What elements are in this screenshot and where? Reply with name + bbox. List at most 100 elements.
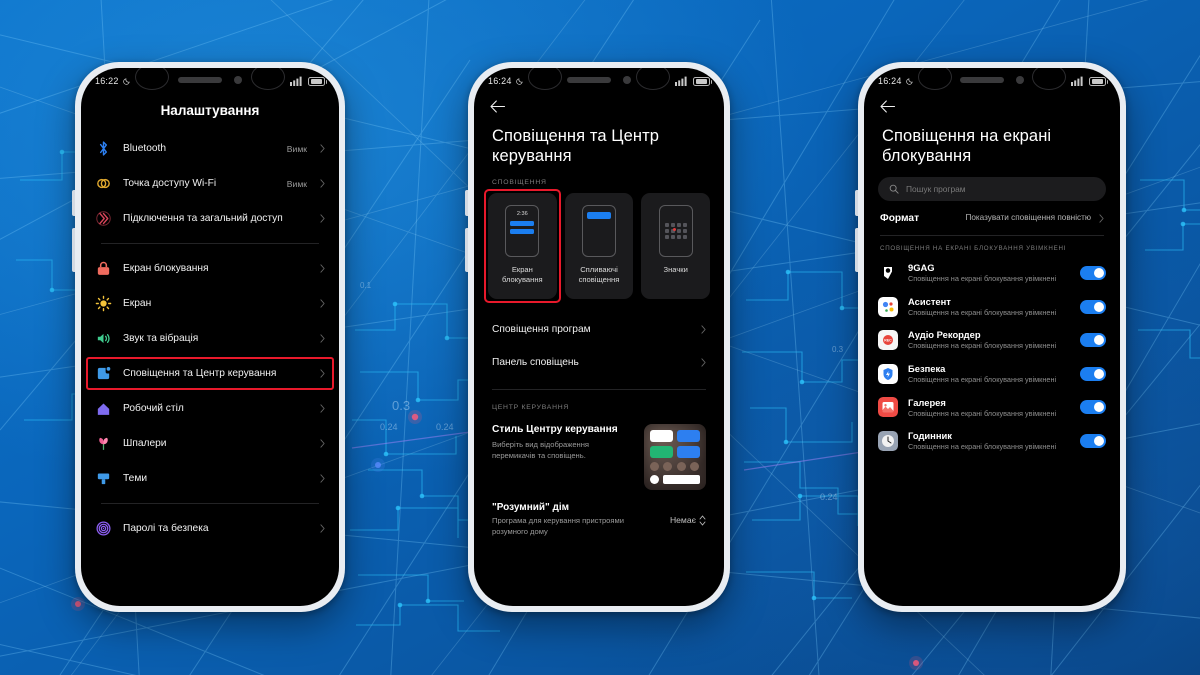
- status-right: [675, 76, 712, 86]
- notch-arc-left: [918, 68, 952, 90]
- settings-row[interactable]: Сповіщення та Центр керування: [81, 356, 339, 391]
- settings-row[interactable]: Шпалери: [81, 426, 339, 461]
- app-notification-toggle[interactable]: [1080, 400, 1106, 415]
- settings-row[interactable]: Звук та вібрація: [81, 321, 339, 356]
- notch-arc-right: [1032, 68, 1066, 90]
- phone1-screen: 16:22 Налаштування Bluetooth Вимк Точка …: [81, 68, 339, 606]
- app-text: Асистент Сповіщення на екрані блокування…: [908, 296, 1070, 318]
- front-camera: [623, 76, 631, 84]
- phone1-status-bar: 16:22: [81, 68, 339, 94]
- settings-row-label: Підключення та загальний доступ: [123, 212, 283, 224]
- back-button[interactable]: [474, 94, 724, 120]
- settings-row-label: Паролі та безпека: [123, 522, 209, 534]
- preview-app-cell: [682, 229, 687, 234]
- preview-app-cell: [676, 229, 681, 234]
- settings-row-label: Звук та вібрація: [123, 332, 199, 344]
- notification-setting-label: Сповіщення програм: [492, 324, 591, 336]
- control-center-subtitle: Виберіть вид відображення перемикачів та…: [492, 440, 590, 461]
- divider: [101, 243, 319, 244]
- app-notification-row[interactable]: Асистент Сповіщення на екрані блокування…: [864, 290, 1120, 324]
- app-notification-toggle[interactable]: [1080, 366, 1106, 381]
- notification-style-card[interactable]: Спливаючі сповіщення: [564, 193, 634, 300]
- app-notification-toggle[interactable]: [1080, 333, 1106, 348]
- badges-preview: [658, 205, 693, 258]
- settings-row[interactable]: Теми: [81, 461, 339, 496]
- app-notification-toggle[interactable]: [1080, 299, 1106, 314]
- cc-dot: [676, 462, 686, 472]
- chevron-right-icon: [320, 144, 325, 153]
- settings-row[interactable]: Точка доступу Wi-Fi Вимк: [81, 166, 339, 201]
- control-center-thumbnail[interactable]: [644, 424, 706, 491]
- notification-style-card[interactable]: 2:36 Екран блокування: [484, 189, 561, 304]
- smart-home-row[interactable]: "Розумний" дім Програма для керування пр…: [474, 494, 724, 538]
- settings-row[interactable]: Паролі та безпека: [81, 511, 339, 546]
- search-placeholder: Пошук програм: [906, 184, 966, 195]
- 9gag-icon: [884, 266, 892, 279]
- app-notification-toggle[interactable]: [1080, 265, 1106, 280]
- moon-icon: [515, 78, 523, 85]
- search-input[interactable]: Пошук програм: [878, 177, 1106, 202]
- app-status: Сповіщення на екрані блокування увімкнен…: [908, 341, 1057, 351]
- back-arrow-icon: [880, 100, 896, 113]
- app-icon: [878, 397, 898, 418]
- section-enabled-label: СПОВІЩЕННЯ НА ЕКРАНІ БЛОКУВАННЯ УВІМКНЕН…: [880, 245, 1067, 253]
- lockscreen-preview: 2:36: [505, 205, 540, 258]
- app-notification-toggle[interactable]: [1080, 434, 1106, 449]
- dynamic-island: [960, 76, 1024, 84]
- app-name: Годинник: [908, 430, 952, 442]
- chevron-right-icon: [320, 264, 325, 273]
- moon-icon: [122, 78, 130, 85]
- settings-row[interactable]: Робочий стіл: [81, 391, 339, 426]
- preview-app-cell: [676, 235, 681, 240]
- settings-row-label: Робочий стіл: [123, 402, 184, 414]
- notch-arc-left: [135, 68, 169, 90]
- control-center-style-row[interactable]: Стиль Центру керування Виберіть вид відо…: [474, 418, 724, 494]
- settings-row[interactable]: Підключення та загальний доступ: [81, 201, 339, 236]
- app-name: Аудіо Рекордер: [908, 329, 981, 341]
- notification-rows: Сповіщення програм Панель сповіщень: [474, 313, 724, 379]
- speaker-slot: [567, 77, 611, 83]
- app-notification-row[interactable]: Галерея Сповіщення на екрані блокування …: [864, 391, 1120, 425]
- smart-home-value: Немає: [669, 515, 696, 526]
- themes-icon: [95, 470, 112, 487]
- app-text: Годинник Сповіщення на екрані блокування…: [908, 430, 1070, 452]
- front-camera: [1016, 76, 1024, 84]
- settings-row[interactable]: Екран блокування: [81, 251, 339, 286]
- notification-icon: [95, 365, 112, 382]
- settings-row[interactable]: Екран: [81, 286, 339, 321]
- svg-text:0.24: 0.24: [820, 492, 838, 502]
- phone2-content: Сповіщення та Центр керування СПОВІЩЕННЯ…: [474, 94, 724, 606]
- app-notification-row[interactable]: Безпека Сповіщення на екрані блокування …: [864, 357, 1120, 391]
- smart-home-value-wrap[interactable]: Немає: [670, 515, 706, 526]
- flower-icon: [99, 437, 108, 450]
- chevron-right-icon: [320, 439, 325, 448]
- notification-style-card[interactable]: Значки: [641, 193, 711, 300]
- home-icon: [97, 403, 110, 415]
- settings-row[interactable]: Bluetooth Вимк: [81, 131, 339, 166]
- chevron-right-icon: [320, 404, 325, 413]
- svg-text:0.3: 0.3: [392, 398, 410, 413]
- phone2-status-bar: 16:24: [474, 68, 724, 94]
- smart-home-subtitle: Програма для керування пристроями розумн…: [492, 516, 624, 537]
- status-right: [1071, 76, 1108, 86]
- app-icon: REC: [878, 330, 898, 351]
- dynamic-island: [178, 76, 242, 84]
- hotspot-icon: [95, 175, 112, 192]
- format-value: Показувати сповіщення повністю: [965, 213, 1091, 223]
- notification-setting-row[interactable]: Сповіщення програм: [474, 313, 724, 346]
- app-notification-row[interactable]: 9GAG Сповіщення на екрані блокування уві…: [864, 256, 1120, 290]
- chevron-right-icon: [320, 524, 325, 533]
- notification-setting-row[interactable]: Панель сповіщень: [474, 346, 724, 379]
- back-button[interactable]: [864, 94, 1120, 120]
- app-notification-row[interactable]: REC Аудіо Рекордер Сповіщення на екрані …: [864, 323, 1120, 357]
- section-control-center-label: ЦЕНТР КЕРУВАННЯ: [492, 404, 570, 412]
- lock-icon: [97, 261, 110, 275]
- phone-settings-list: 16:22 Налаштування Bluetooth Вимк Точка …: [72, 62, 345, 612]
- app-notification-row[interactable]: Годинник Сповіщення на екрані блокування…: [864, 424, 1120, 458]
- notification-setting-label: Панель сповіщень: [492, 357, 579, 369]
- app-status: Сповіщення на екрані блокування увімкнен…: [908, 442, 1057, 452]
- phone3-status-bar: 16:24: [864, 68, 1120, 94]
- control-center-title: Стиль Центру керування: [492, 424, 618, 436]
- status-time: 16:24: [488, 76, 512, 86]
- format-row[interactable]: Формат Показувати сповіщення повністю: [864, 203, 1120, 233]
